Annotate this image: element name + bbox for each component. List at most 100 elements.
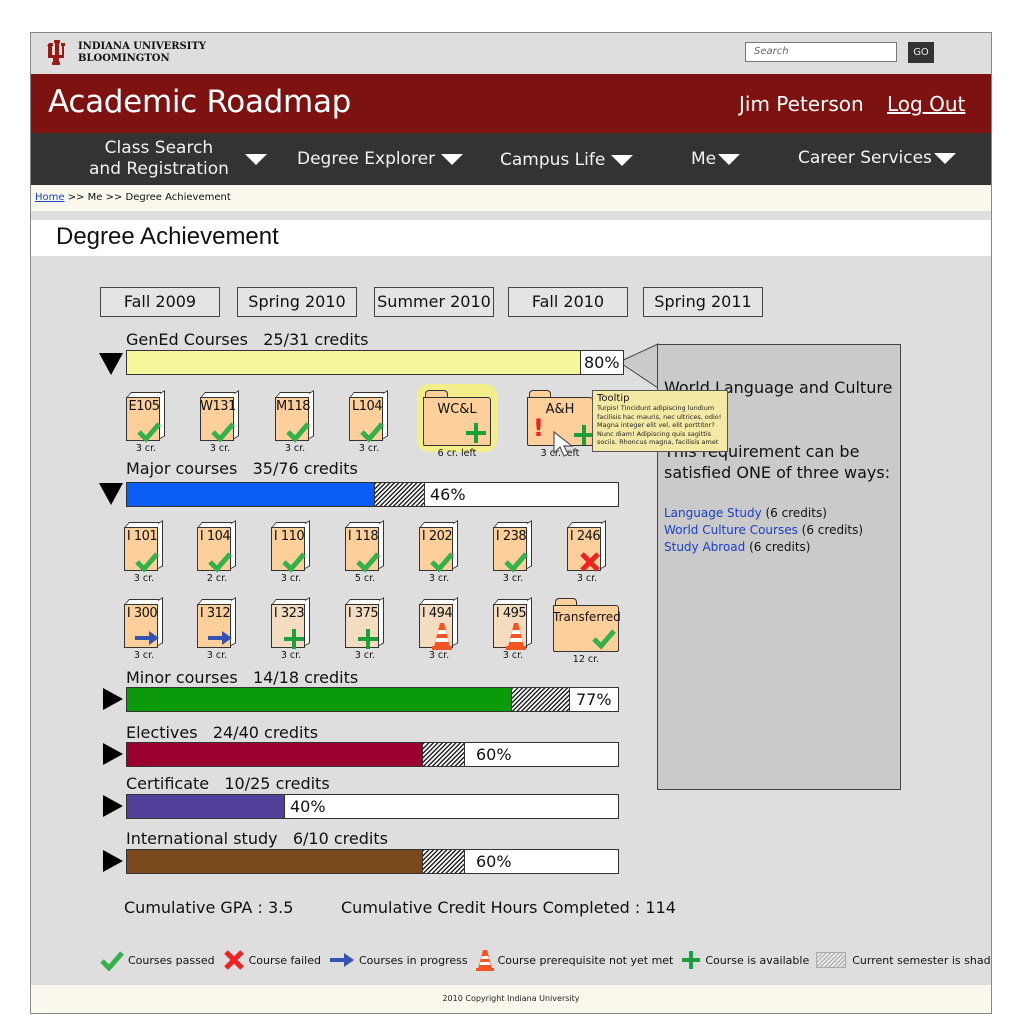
course-item[interactable]: I 246 3 cr. [567, 520, 611, 593]
course-credits: 3 cr. [502, 650, 524, 661]
option-credits: (6 credits) [745, 540, 811, 554]
legend-label: Courses in progress [358, 953, 468, 967]
nav-item-label: Class Search and Registration [89, 138, 229, 180]
percent-label: 77% [576, 690, 612, 709]
nav-item-campus-life[interactable]: Campus Life [500, 150, 634, 171]
legend-item-available: Course is available [680, 949, 809, 971]
course-credits: 3 cr. [133, 650, 155, 661]
progress-bar-international: 60% [126, 849, 619, 874]
course-credits: 12 cr. [572, 654, 600, 665]
semester-tab-spring-2010[interactable]: Spring 2010 [237, 287, 357, 317]
breadcrumb-home-link[interactable]: Home [35, 192, 65, 203]
nav-item-me[interactable]: Me [691, 149, 741, 170]
folder-label: WC&L [437, 402, 477, 417]
percent-label: 46% [430, 485, 466, 504]
course-item[interactable]: I 323 3 cr. [271, 597, 315, 670]
check-icon [135, 552, 159, 573]
course-code: I 118 [347, 529, 379, 544]
footer: 2010 Copyright Indiana University [31, 985, 991, 1013]
top-bar: INDIANA UNIVERSITY BLOOMINGTON Search GO [31, 33, 991, 74]
course-credits: 3 cr. [209, 443, 231, 454]
progress-fill [127, 850, 423, 873]
course-item[interactable]: L104 3 cr. [349, 390, 393, 463]
course-item[interactable]: I 118 5 cr. [345, 520, 389, 593]
search-input[interactable]: Search [745, 42, 897, 62]
legend-item-current-semester: Current semester is shaded [816, 952, 992, 968]
nav-item-degree-explorer[interactable]: Degree Explorer [297, 149, 464, 170]
course-item[interactable]: E105 3 cr. [126, 390, 170, 463]
section-label-major: Major courses 35/76 credits [126, 459, 358, 478]
chevron-down-icon [718, 154, 741, 165]
course-item[interactable]: M118 3 cr. [275, 390, 319, 463]
nav-item-label: Campus Life [500, 150, 606, 170]
legend-item-failed: Course failed [222, 949, 321, 971]
course-item[interactable]: I 312 3 cr. [197, 597, 241, 670]
percent-label: 60% [476, 745, 512, 764]
course-folder[interactable]: WC&L 6 cr. left [417, 384, 497, 462]
course-item[interactable]: I 494 3 cr. [419, 597, 463, 670]
course-item[interactable]: W131 3 cr. [200, 390, 244, 463]
course-item[interactable]: I 238 3 cr. [493, 520, 537, 593]
course-item[interactable]: I 101 3 cr. [124, 520, 168, 593]
course-code: I 323 [273, 606, 305, 621]
option-credits: (6 credits) [797, 523, 864, 537]
nav-item-class-search[interactable]: Class Search and Registration [89, 138, 267, 180]
chevron-down-icon [244, 153, 267, 165]
option-world-culture: World Culture Courses (6 credits) [664, 522, 863, 539]
page-frame: INDIANA UNIVERSITY BLOOMINGTON Search GO… [30, 32, 992, 1014]
course-code: I 110 [273, 529, 305, 544]
course-credits: 2 cr. [206, 573, 228, 584]
course-item[interactable]: I 495 3 cr. [493, 597, 537, 670]
traffic-cone-icon [506, 623, 526, 650]
x-icon [223, 950, 244, 970]
course-credits: 3 cr. [354, 650, 376, 661]
legend-label: Current semester is shaded [852, 953, 992, 967]
nav-item-career-services[interactable]: Career Services [798, 148, 956, 169]
collapse-toggle-icon[interactable] [99, 353, 123, 375]
section-name: GenEd Courses [126, 330, 248, 349]
legend-label: Course prerequisite not yet met [497, 953, 674, 967]
semester-tab-fall-2010[interactable]: Fall 2010 [508, 287, 628, 317]
course-code: I 300 [126, 606, 158, 621]
semester-tab-fall-2009[interactable]: Fall 2009 [100, 287, 220, 317]
world-culture-courses-link[interactable]: World Culture Courses [664, 523, 798, 537]
check-icon [100, 951, 124, 971]
breadcrumb-trail: >> Me >> Degree Achievement [64, 192, 231, 203]
check-icon [137, 422, 161, 443]
expand-toggle-icon[interactable] [103, 688, 123, 710]
logout-link[interactable]: Log Out [887, 92, 965, 116]
progress-bar-minor: 77% [126, 687, 619, 712]
course-code: L104 [351, 399, 383, 414]
course-item[interactable]: I 300 3 cr. [124, 597, 168, 670]
course-item[interactable]: I 110 3 cr. [271, 520, 315, 593]
course-item[interactable]: I 375 3 cr. [345, 597, 389, 670]
collapse-toggle-icon[interactable] [99, 483, 123, 505]
university-line2: BLOOMINGTON [78, 53, 170, 64]
course-code: I 202 [421, 529, 453, 544]
percent-label: 60% [476, 852, 512, 871]
section-credits: 25/31 credits [263, 330, 369, 349]
course-item[interactable]: I 104 2 cr. [197, 520, 241, 593]
check-icon [592, 629, 616, 650]
course-credits: 5 cr. [354, 573, 376, 584]
expand-toggle-icon[interactable] [103, 850, 123, 872]
course-credits: 3 cr. [284, 443, 306, 454]
course-credits: 3 cr. [428, 573, 450, 584]
percent-label: 40% [290, 797, 326, 816]
brand-bar: Academic Roadmap Jim Peterson Log Out [31, 74, 991, 133]
study-abroad-link[interactable]: Study Abroad [664, 540, 745, 554]
arrow-right-icon [208, 631, 232, 645]
expand-toggle-icon[interactable] [103, 795, 123, 817]
semester-tab-summer-2010[interactable]: Summer 2010 [374, 287, 494, 317]
language-study-link[interactable]: Language Study [664, 506, 762, 520]
go-button[interactable]: GO [908, 42, 934, 63]
course-item[interactable]: I 202 3 cr. [419, 520, 463, 593]
app-title: Academic Roadmap [48, 84, 352, 120]
expand-toggle-icon[interactable] [103, 743, 123, 765]
semester-tab-spring-2011[interactable]: Spring 2011 [643, 287, 763, 317]
cumulative-gpa: Cumulative GPA : 3.5 [124, 898, 294, 917]
legend-label: Course is available [705, 953, 810, 967]
check-icon [282, 552, 306, 573]
plus-icon [466, 423, 486, 443]
course-folder[interactable]: Transferred 12 cr. [553, 598, 621, 668]
